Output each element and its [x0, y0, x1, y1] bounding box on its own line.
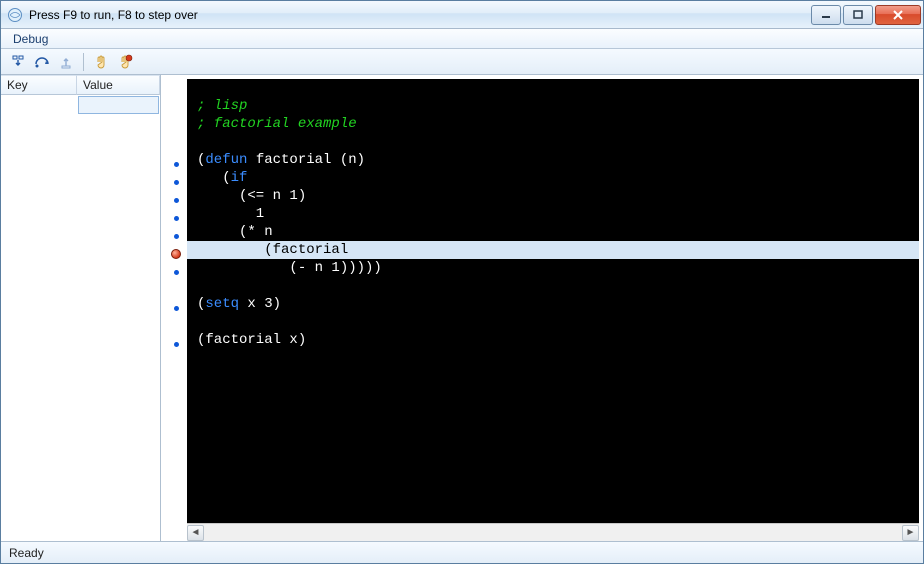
code-line[interactable]: ; factorial example [187, 115, 919, 133]
editor-area: ; lisp; factorial example(defun factoria… [161, 75, 923, 541]
fold-marker-icon [174, 198, 179, 203]
code-area[interactable]: ; lisp; factorial example(defun factoria… [187, 79, 919, 523]
code-text: (factorial x) [197, 332, 306, 348]
breakpoint-icon[interactable] [171, 249, 181, 259]
code-text: factorial (n) [247, 152, 365, 168]
fold-marker-icon [174, 270, 179, 275]
comment-text: ; factorial example [197, 116, 357, 132]
editor-gutter[interactable] [165, 79, 187, 523]
code-text: 1 [197, 206, 264, 222]
window-title: Press F9 to run, F8 to step over [29, 8, 803, 22]
gutter-row[interactable] [165, 317, 187, 335]
fold-marker-icon [174, 180, 179, 185]
fold-marker-icon [174, 162, 179, 167]
menu-debug[interactable]: Debug [5, 30, 56, 48]
gutter-row[interactable] [165, 245, 187, 263]
step-into-button[interactable] [7, 51, 29, 73]
scroll-left-arrow[interactable]: ◄ [187, 525, 204, 541]
gutter-row[interactable] [165, 209, 187, 227]
window-buttons [809, 5, 921, 25]
step-over-button[interactable] [31, 51, 53, 73]
code-line[interactable] [187, 133, 919, 151]
gutter-row[interactable] [165, 299, 187, 317]
stop-hand-button[interactable] [114, 51, 136, 73]
code-text: (<= n 1) [197, 188, 306, 204]
step-out-button[interactable] [55, 51, 77, 73]
gutter-row[interactable] [165, 83, 187, 101]
fold-marker-icon [174, 342, 179, 347]
code-line[interactable]: (setq x 3) [187, 295, 919, 313]
code-line[interactable]: (if [187, 169, 919, 187]
code-line[interactable] [187, 313, 919, 331]
toolbar [1, 49, 923, 75]
variable-key-cell[interactable] [1, 95, 77, 115]
horizontal-scrollbar[interactable]: ◄ ► [187, 523, 919, 541]
pause-hand-button[interactable] [90, 51, 112, 73]
code-line[interactable]: (defun factorial (n) [187, 151, 919, 169]
fold-marker-icon [174, 234, 179, 239]
statusbar: Ready [1, 541, 923, 563]
maximize-button[interactable] [843, 5, 873, 25]
gutter-row[interactable] [165, 137, 187, 155]
scroll-track[interactable] [204, 525, 902, 541]
gutter-row[interactable] [165, 173, 187, 191]
variable-row[interactable] [1, 95, 160, 115]
variable-value-cell[interactable] [77, 95, 160, 115]
comment-text: ; lisp [197, 98, 247, 114]
minimize-button[interactable] [811, 5, 841, 25]
gutter-row[interactable] [165, 335, 187, 353]
gutter-row[interactable] [165, 101, 187, 119]
keyword-text: setq [205, 296, 239, 312]
code-text: (* n [197, 224, 273, 240]
variables-panel: Key Value [1, 75, 161, 541]
gutter-row[interactable] [165, 263, 187, 281]
code-text: ( [197, 170, 231, 186]
gutter-row[interactable] [165, 227, 187, 245]
main-split: Key Value ; lisp; factorial example(defu… [1, 75, 923, 541]
keyword-text: defun [205, 152, 247, 168]
code-line[interactable] [187, 79, 919, 97]
code-line[interactable]: (- n 1))))) [187, 259, 919, 277]
code-line[interactable]: 1 [187, 205, 919, 223]
status-text: Ready [9, 546, 44, 560]
close-button[interactable] [875, 5, 921, 25]
fold-marker-icon [174, 306, 179, 311]
code-text: (factorial [197, 242, 348, 258]
menubar: Debug [1, 29, 923, 49]
fold-marker-icon [174, 216, 179, 221]
column-key[interactable]: Key [1, 75, 77, 95]
code-line[interactable]: (factorial x) [187, 331, 919, 349]
titlebar: Press F9 to run, F8 to step over [1, 1, 923, 29]
keyword-text: if [231, 170, 248, 186]
gutter-row[interactable] [165, 155, 187, 173]
code-text: (- n 1))))) [197, 260, 382, 276]
gutter-row[interactable] [165, 191, 187, 209]
editor-scroll[interactable]: ; lisp; factorial example(defun factoria… [161, 75, 923, 523]
app-icon [7, 7, 23, 23]
variables-body [1, 95, 160, 541]
gutter-row[interactable] [165, 119, 187, 137]
code-line[interactable]: (* n [187, 223, 919, 241]
code-line[interactable]: ; lisp [187, 97, 919, 115]
code-line[interactable]: (factorial [187, 241, 919, 259]
variable-value-input[interactable] [78, 96, 159, 114]
code-line[interactable] [187, 277, 919, 295]
scroll-right-arrow[interactable]: ► [902, 525, 919, 541]
toolbar-separator [83, 53, 84, 71]
code-text: x 3) [239, 296, 281, 312]
variables-header: Key Value [1, 75, 160, 95]
column-value[interactable]: Value [77, 75, 160, 95]
code-line[interactable]: (<= n 1) [187, 187, 919, 205]
gutter-row[interactable] [165, 281, 187, 299]
